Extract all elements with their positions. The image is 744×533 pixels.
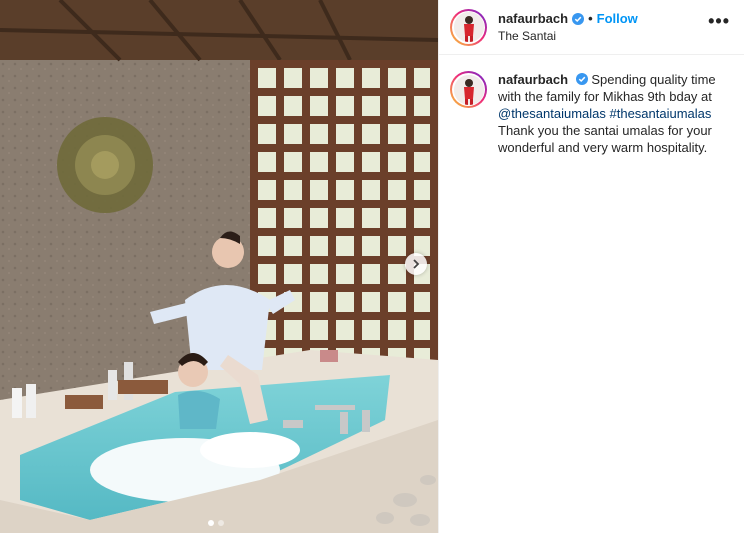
separator-dot: •	[588, 11, 593, 26]
caption-text: nafaurbach Spending quality time with th…	[498, 71, 723, 156]
avatar[interactable]	[450, 8, 487, 46]
post-side-panel: nafaurbach • Follow The Santai ••• nafau…	[438, 0, 744, 533]
carousel-dot-active	[208, 520, 214, 526]
carousel-next-button[interactable]	[405, 253, 427, 275]
post-photo[interactable]	[0, 0, 438, 533]
more-options-icon[interactable]: •••	[708, 12, 730, 30]
profile-picture-image	[453, 12, 484, 42]
caption-username-link[interactable]: nafaurbach	[498, 72, 568, 87]
location-link[interactable]: The Santai	[498, 29, 638, 43]
caption-line-2: Thank you the santai umalas for your won…	[498, 123, 712, 155]
caption-avatar[interactable]	[450, 71, 487, 108]
post-header: nafaurbach • Follow The Santai •••	[439, 0, 744, 55]
bathtub-photo-image	[0, 0, 438, 533]
profile-picture-image	[453, 74, 484, 105]
hashtag-link[interactable]: #thesantaiumalas	[610, 106, 712, 121]
caption-comment: nafaurbach Spending quality time with th…	[439, 55, 744, 156]
verified-badge-icon	[572, 13, 585, 25]
follow-button[interactable]: Follow	[597, 11, 638, 27]
carousel-dot	[218, 520, 224, 526]
carousel-indicator	[208, 520, 224, 526]
username-link[interactable]: nafaurbach	[498, 11, 568, 27]
verified-badge-icon	[575, 73, 588, 85]
chevron-right-icon	[413, 259, 420, 269]
mention-link[interactable]: @thesantaiumalas	[498, 106, 606, 121]
